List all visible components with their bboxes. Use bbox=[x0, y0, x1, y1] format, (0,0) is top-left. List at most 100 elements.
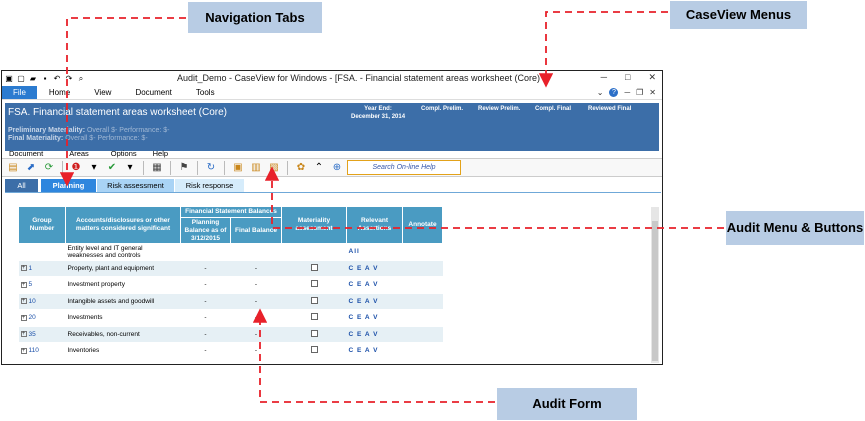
group-number[interactable]: 20 bbox=[29, 314, 36, 321]
expand-icon[interactable]: + bbox=[20, 347, 27, 354]
menu-areas[interactable]: Areas bbox=[65, 149, 93, 158]
callout-caseview-menus: CaseView Menus bbox=[670, 1, 807, 29]
expand-icon[interactable]: + bbox=[20, 281, 27, 288]
cell-final-balance[interactable]: - bbox=[230, 260, 282, 277]
doc-close-icon[interactable]: ✕ bbox=[649, 88, 656, 97]
undo-icon[interactable]: ↶ bbox=[52, 74, 62, 84]
cell-planning-balance[interactable]: - bbox=[180, 342, 231, 360]
vertical-scrollbar[interactable] bbox=[651, 207, 659, 363]
expand-icon[interactable]: + bbox=[20, 298, 27, 305]
refresh-icon[interactable]: ⟳ bbox=[42, 161, 56, 175]
palette-icon[interactable]: ✿ bbox=[294, 161, 308, 175]
cell-planning-balance[interactable]: - bbox=[180, 309, 231, 327]
dropdown-arrow-icon[interactable]: ▾ bbox=[87, 161, 101, 175]
cell-assertions[interactable]: C E A V bbox=[346, 326, 403, 343]
group-number[interactable]: 5 bbox=[29, 281, 33, 288]
maximize-icon[interactable]: □ bbox=[625, 72, 630, 83]
cell-final-balance[interactable]: - bbox=[230, 342, 282, 360]
chart-icon[interactable]: ⬈ bbox=[24, 161, 38, 175]
document-icon[interactable]: ▤ bbox=[6, 161, 20, 175]
doc-restore-icon[interactable]: ❐ bbox=[636, 88, 643, 97]
dropdown-arrow-icon[interactable]: ▾ bbox=[123, 161, 137, 175]
cell-assertions[interactable]: C E A V bbox=[346, 260, 403, 277]
expand-icon[interactable]: + bbox=[20, 331, 27, 338]
new-icon[interactable]: ▢ bbox=[16, 74, 26, 84]
cell-planning-balance[interactable]: - bbox=[180, 326, 231, 343]
flag-icon[interactable]: ⚑ bbox=[177, 161, 191, 175]
cell-annotate[interactable] bbox=[402, 309, 443, 327]
redo-icon[interactable]: ↷ bbox=[64, 74, 74, 84]
cell-final-balance[interactable]: - bbox=[230, 309, 282, 327]
sync-icon[interactable]: ↻ bbox=[204, 161, 218, 175]
cell-assertions[interactable]: C E A V bbox=[346, 276, 403, 294]
notes-icon[interactable]: ▥ bbox=[249, 161, 263, 175]
cell-annotate[interactable] bbox=[402, 276, 443, 294]
table-body: Entity level and IT general weaknesses a… bbox=[18, 243, 443, 360]
menu-document[interactable]: Document bbox=[5, 149, 47, 158]
expand-icon[interactable]: + bbox=[20, 265, 27, 272]
materiality-checkbox[interactable] bbox=[310, 329, 318, 337]
open-icon[interactable]: ▰ bbox=[28, 74, 38, 84]
materiality-checkbox[interactable] bbox=[310, 280, 318, 288]
menu-options[interactable]: Options bbox=[107, 149, 141, 158]
issue-icon[interactable]: ❶ bbox=[69, 161, 83, 175]
signoff-check-icon[interactable]: ✔ bbox=[105, 161, 119, 175]
materiality-checkbox[interactable] bbox=[310, 313, 318, 321]
cell-planning-balance[interactable]: - bbox=[180, 293, 231, 310]
tab-all[interactable]: All bbox=[5, 179, 39, 192]
collapse-up-icon[interactable]: ⌃ bbox=[312, 161, 326, 175]
cell-annotate[interactable] bbox=[402, 260, 443, 277]
callout-audit-form: Audit Form bbox=[497, 388, 637, 420]
tab-risk-response[interactable]: Risk response bbox=[175, 179, 245, 192]
signoff-compl-final[interactable]: Compl. Final bbox=[535, 105, 571, 113]
tab-risk-assessment[interactable]: Risk assessment bbox=[97, 179, 175, 192]
cell-assertions[interactable]: C E A V bbox=[346, 293, 403, 310]
print-preview-icon[interactable]: ⌕ bbox=[76, 74, 86, 84]
cell-planning-balance[interactable] bbox=[180, 243, 231, 261]
help-icon[interactable]: ? bbox=[609, 88, 619, 97]
group-number[interactable]: 110 bbox=[29, 347, 39, 354]
cell-final-balance[interactable]: - bbox=[230, 293, 282, 310]
menu-help[interactable]: Help bbox=[149, 149, 172, 158]
ribbon-collapse-icon[interactable]: ⌄ bbox=[597, 88, 604, 97]
materiality-checkbox[interactable] bbox=[310, 296, 318, 304]
group-number[interactable]: 1 bbox=[29, 265, 33, 272]
cell-annotate[interactable] bbox=[402, 293, 443, 310]
expand-icon[interactable]: + bbox=[20, 314, 27, 321]
cell-planning-balance[interactable]: - bbox=[180, 260, 231, 277]
signoff-compl-prelim[interactable]: Compl. Prelim. bbox=[421, 105, 463, 113]
ribbon-tab-view[interactable]: View bbox=[82, 86, 123, 99]
cell-final-balance[interactable]: - bbox=[230, 326, 282, 343]
cell-final-balance[interactable] bbox=[230, 243, 282, 261]
cell-assertions[interactable]: All bbox=[346, 243, 403, 261]
ribbon-tab-file[interactable]: File bbox=[2, 86, 37, 99]
page-icon[interactable]: ▣ bbox=[231, 161, 245, 175]
cell-annotate[interactable] bbox=[402, 243, 443, 261]
cell-annotate[interactable] bbox=[402, 342, 443, 360]
close-icon[interactable]: ✕ bbox=[648, 72, 656, 83]
materiality-checkbox[interactable] bbox=[310, 263, 318, 271]
search-online-help-input[interactable]: Search On-line Help bbox=[347, 160, 461, 175]
cell-final-balance[interactable]: - bbox=[230, 276, 282, 294]
help-circle-icon[interactable]: ⊕ bbox=[330, 161, 344, 175]
save-icon[interactable]: ▪ bbox=[40, 74, 50, 84]
doc-minimize-icon[interactable]: ─ bbox=[624, 88, 630, 97]
ribbon-tab-document[interactable]: Document bbox=[123, 86, 183, 99]
cell-assertions[interactable]: C E A V bbox=[346, 309, 403, 327]
cell-planning-balance[interactable]: - bbox=[180, 276, 231, 294]
form-icon[interactable]: ▦ bbox=[150, 161, 164, 175]
signoff-reviewed-final[interactable]: Reviewed Final bbox=[588, 105, 631, 113]
ribbon-tab-tools[interactable]: Tools bbox=[184, 86, 227, 99]
ribbon-tab-home[interactable]: Home bbox=[37, 86, 82, 99]
scrollbar-thumb[interactable] bbox=[652, 221, 658, 361]
group-number[interactable]: 35 bbox=[29, 331, 36, 338]
report-icon[interactable]: ▧ bbox=[267, 161, 281, 175]
group-number[interactable]: 10 bbox=[29, 298, 36, 305]
tab-planning[interactable]: Planning bbox=[41, 179, 97, 192]
cell-annotate[interactable] bbox=[402, 326, 443, 343]
materiality-checkbox[interactable] bbox=[310, 346, 318, 354]
cell-assertions[interactable]: C E A V bbox=[346, 342, 403, 360]
minimize-icon[interactable]: ─ bbox=[601, 72, 607, 83]
signoff-review-prelim[interactable]: Review Prelim. bbox=[478, 105, 520, 113]
cell-account: Entity level and IT general weaknesses a… bbox=[65, 243, 181, 261]
